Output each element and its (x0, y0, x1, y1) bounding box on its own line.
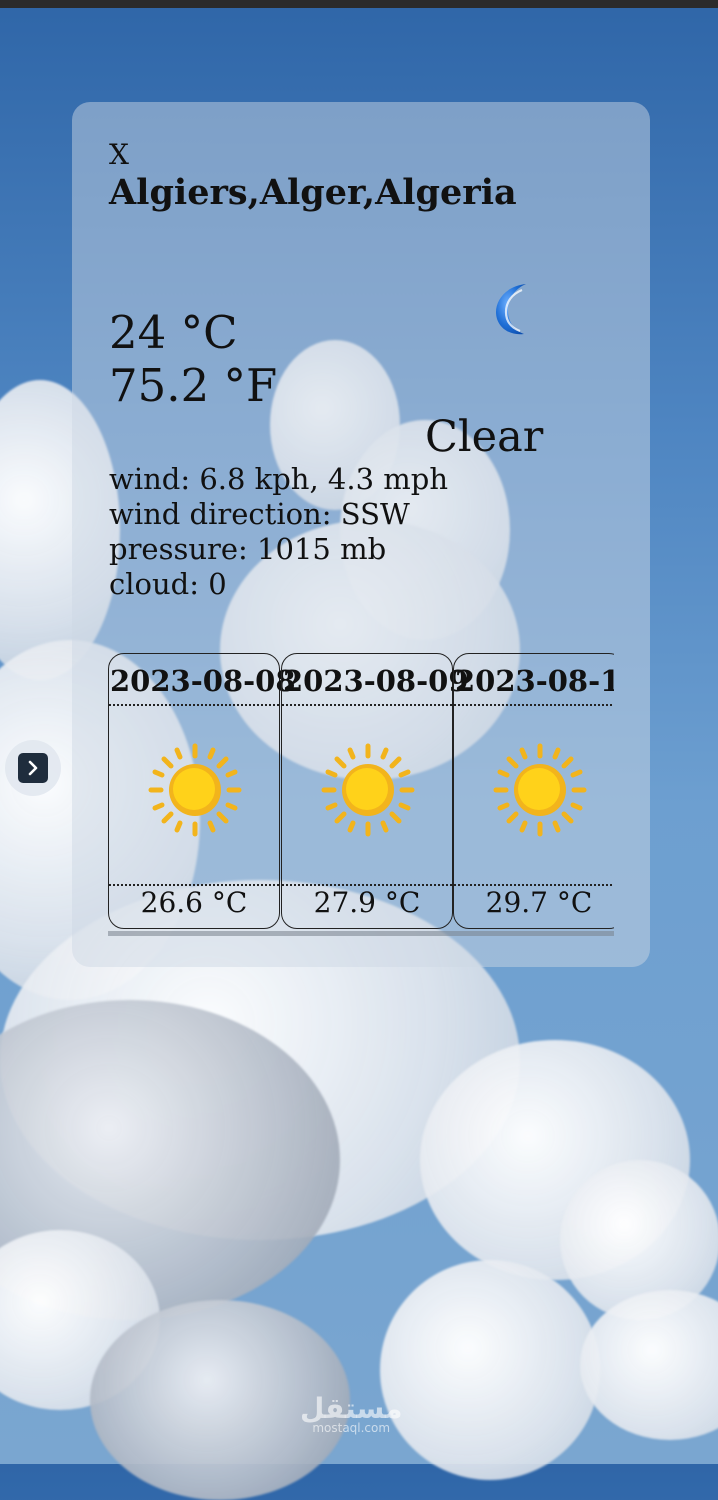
close-button[interactable]: X (109, 138, 129, 171)
forecast-date: 2023-08-08 (110, 664, 296, 698)
sun-icon (493, 743, 587, 837)
sun-icon (321, 743, 415, 837)
forecast-day[interactable]: 2023-08-08 26.6 °C (108, 653, 296, 929)
forecast-temp: 29.7 °C (485, 886, 593, 919)
forecast-date: 2023-08-09 (283, 664, 469, 698)
cloud-text: cloud: 0 (109, 567, 227, 601)
wind-text: wind: 6.8 kph, 4.3 mph (109, 462, 448, 496)
forecast-temp: 26.6 °C (140, 886, 248, 919)
weather-card: X Algiers,Alger,Algeria 24 °C 75.2 °F Cl… (72, 102, 650, 967)
location-title: Algiers,Alger,Algeria (109, 172, 517, 213)
pressure-text: pressure: 1015 mb (109, 532, 387, 566)
temperature-celsius: 24 °C (109, 306, 238, 359)
forecast-day[interactable]: 2023-08-10 29.7 °C (453, 653, 614, 929)
wind-direction-text: wind direction: SSW (109, 497, 410, 531)
condition-text: Clear (425, 412, 544, 462)
status-bar (0, 0, 718, 8)
temperature-fahrenheit: 75.2 °F (109, 359, 278, 412)
moon-icon (496, 284, 526, 335)
forecast-date: 2023-08-10 (455, 664, 614, 698)
chevron-right-icon (28, 760, 38, 776)
forecast-temp: 27.9 °C (313, 886, 421, 919)
forecast-day[interactable]: 2023-08-09 27.9 °C (281, 653, 469, 929)
watermark-logo: مستقل mostaql.com (300, 1392, 403, 1435)
weather-details: wind: 6.8 kph, 4.3 mph wind direction: S… (109, 462, 448, 602)
sun-icon (148, 743, 242, 837)
sidebar-toggle-button[interactable] (5, 740, 61, 796)
forecast-strip[interactable]: 2023-08-08 26.6 °C 2023-08-09 27.9 °C 20… (108, 653, 614, 936)
